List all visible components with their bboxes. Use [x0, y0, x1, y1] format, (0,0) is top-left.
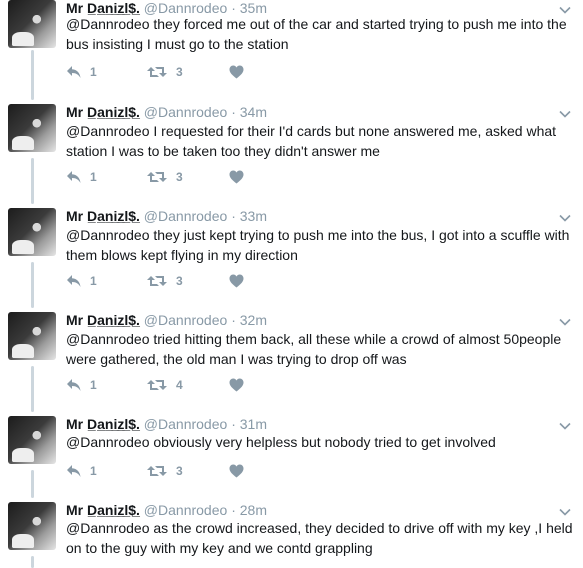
retweet-count: 3: [176, 65, 183, 79]
retweet-button[interactable]: 3: [146, 170, 183, 184]
tweet-text: @Dannrodeo obviously very helpless but n…: [66, 434, 496, 450]
like-button[interactable]: [229, 170, 244, 184]
tweet-text: @Dannrodeo I requested for their I'd car…: [66, 123, 557, 159]
reply-button[interactable]: 1: [66, 378, 97, 392]
retweet-icon: [147, 67, 167, 77]
retweet-button[interactable]: 3: [146, 274, 183, 288]
tweet[interactable]: Mr D̲a̲n̲i̲z̲l̲$̲. @Dannrodeo · 32m @Dan…: [0, 312, 583, 416]
tweet[interactable]: Mr D̲a̲n̲i̲z̲l̲$̲. @Dannrodeo · 35m @Dan…: [0, 0, 583, 104]
avatar[interactable]: [8, 104, 56, 152]
retweet-icon: [147, 380, 167, 390]
chevron-down-icon[interactable]: [559, 108, 571, 120]
reply-icon: [67, 379, 81, 391]
reply-icon: [67, 171, 81, 183]
reply-count: 1: [90, 464, 97, 478]
reply-button[interactable]: 1: [66, 464, 97, 478]
tweet-text: @Dannrodeo they forced me out of the car…: [66, 16, 567, 52]
thread-line: [31, 262, 34, 308]
retweet-count: 3: [176, 170, 183, 184]
user-handle[interactable]: @Dannrodeo: [144, 312, 228, 328]
tweet-text: @Dannrodeo they just kept trying to push…: [66, 227, 570, 263]
avatar[interactable]: [8, 502, 56, 550]
avatar[interactable]: [8, 0, 56, 48]
retweet-icon: [147, 172, 167, 182]
timestamp[interactable]: 28m: [240, 502, 267, 518]
tweet-text: @Dannrodeo as the crowd increased, they …: [66, 520, 573, 556]
tweet[interactable]: Mr D̲a̲n̲i̲z̲l̲$̲. @Dannrodeo · 28m @Dan…: [0, 502, 583, 568]
avatar[interactable]: [8, 208, 56, 256]
retweet-count: 3: [176, 274, 183, 288]
retweet-icon: [147, 466, 167, 476]
timestamp[interactable]: 32m: [240, 312, 267, 328]
user-handle[interactable]: @Dannrodeo: [144, 104, 228, 120]
user-name[interactable]: Mr D̲a̲n̲i̲z̲l̲$̲.: [66, 312, 140, 328]
reply-button[interactable]: 1: [66, 170, 97, 184]
retweet-button[interactable]: 4: [146, 378, 183, 392]
timestamp[interactable]: 34m: [240, 104, 267, 120]
like-button[interactable]: [229, 65, 244, 79]
reply-button[interactable]: 1: [66, 65, 97, 79]
thread-line: [31, 366, 34, 412]
reply-button[interactable]: 1: [66, 274, 97, 288]
heart-icon: [229, 378, 244, 392]
tweet-header: Mr D̲a̲n̲i̲z̲l̲$̲. @Dannrodeo · 31m: [66, 416, 267, 432]
avatar[interactable]: [8, 416, 56, 464]
user-handle[interactable]: @Dannrodeo: [144, 416, 228, 432]
retweet-button[interactable]: 3: [146, 65, 183, 79]
thread-line: [31, 556, 34, 568]
retweet-count: 3: [176, 464, 183, 478]
retweet-icon: [147, 276, 167, 286]
user-name[interactable]: Mr D̲a̲n̲i̲z̲l̲$̲.: [66, 208, 140, 224]
thread-line: [31, 158, 34, 204]
tweet-header: Mr D̲a̲n̲i̲z̲l̲$̲. @Dannrodeo · 32m: [66, 312, 267, 328]
reply-count: 1: [90, 378, 97, 392]
tweet[interactable]: Mr D̲a̲n̲i̲z̲l̲$̲. @Dannrodeo · 31m @Dan…: [0, 416, 583, 502]
like-button[interactable]: [229, 378, 244, 392]
chevron-down-icon[interactable]: [559, 506, 571, 518]
tweet[interactable]: Mr D̲a̲n̲i̲z̲l̲$̲. @Dannrodeo · 33m @Dan…: [0, 208, 583, 312]
thread-line: [31, 470, 34, 498]
chevron-down-icon[interactable]: [559, 420, 571, 432]
tweet-header: Mr D̲a̲n̲i̲z̲l̲$̲. @Dannrodeo · 34m: [66, 104, 267, 120]
reply-icon: [67, 465, 81, 477]
heart-icon: [229, 65, 244, 79]
user-name[interactable]: Mr D̲a̲n̲i̲z̲l̲$̲.: [66, 502, 140, 518]
chevron-down-icon[interactable]: [559, 316, 571, 328]
user-handle[interactable]: @Dannrodeo: [144, 208, 228, 224]
reply-icon: [67, 66, 81, 78]
reply-count: 1: [90, 274, 97, 288]
timestamp[interactable]: 33m: [240, 208, 267, 224]
timestamp[interactable]: 31m: [240, 416, 267, 432]
retweet-button[interactable]: 3: [146, 464, 183, 478]
like-button[interactable]: [229, 464, 244, 478]
tweet-header: Mr D̲a̲n̲i̲z̲l̲$̲. @Dannrodeo · 33m: [66, 208, 267, 224]
like-button[interactable]: [229, 274, 244, 288]
user-name[interactable]: Mr D̲a̲n̲i̲z̲l̲$̲.: [66, 416, 140, 432]
reply-count: 1: [90, 65, 97, 79]
user-name[interactable]: Mr D̲a̲n̲i̲z̲l̲$̲.: [66, 104, 140, 120]
reply-count: 1: [90, 170, 97, 184]
chevron-down-icon[interactable]: [559, 212, 571, 224]
avatar[interactable]: [8, 312, 56, 360]
tweet-text: @Dannrodeo tried hitting them back, all …: [66, 331, 562, 367]
heart-icon: [229, 464, 244, 478]
tweet[interactable]: Mr D̲a̲n̲i̲z̲l̲$̲. @Dannrodeo · 34m @Dan…: [0, 104, 583, 208]
thread-line: [31, 50, 34, 100]
heart-icon: [229, 170, 244, 184]
retweet-count: 4: [176, 378, 183, 392]
reply-icon: [67, 275, 81, 287]
user-handle[interactable]: @Dannrodeo: [144, 502, 228, 518]
heart-icon: [229, 274, 244, 288]
tweet-header: Mr D̲a̲n̲i̲z̲l̲$̲. @Dannrodeo · 28m: [66, 502, 267, 518]
